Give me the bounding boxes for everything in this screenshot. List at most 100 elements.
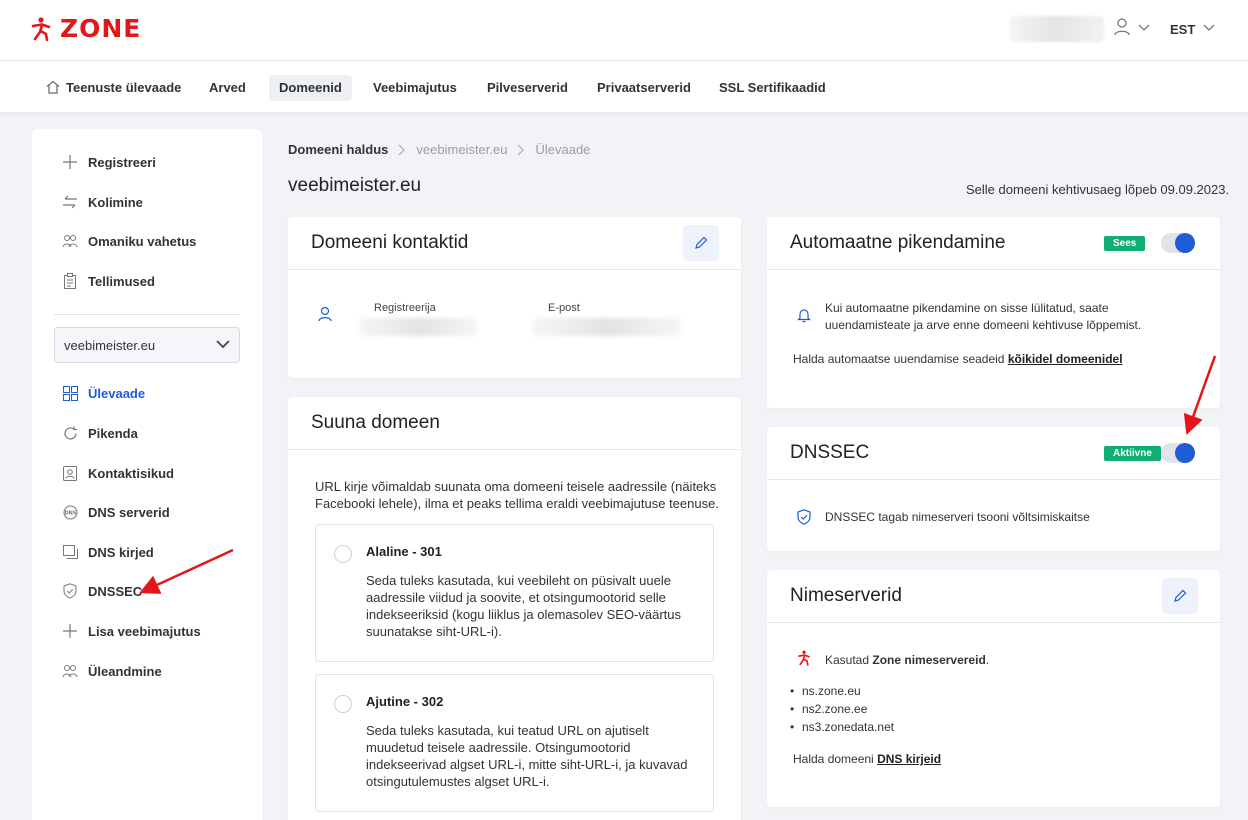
- sidebar-item-orders[interactable]: Tellimused: [62, 273, 155, 289]
- nav-item-overview[interactable]: Teenuste ülevaade: [66, 75, 181, 101]
- card-title: Nimeserverid: [790, 585, 902, 606]
- home-icon: [46, 80, 60, 94]
- sidebar-item-handover[interactable]: Üleandmine: [62, 663, 162, 679]
- sidebar-item-label: DNSSEC: [88, 583, 143, 599]
- option-description: Seda tuleks kasutada, kui veebileht on p…: [366, 573, 682, 639]
- user-name-redacted: [1010, 16, 1104, 42]
- contact-card-icon: [62, 465, 78, 481]
- radio-button[interactable]: [334, 545, 352, 563]
- autorenew-toggle[interactable]: [1161, 233, 1195, 253]
- top-bar: ZONE EST: [0, 0, 1248, 61]
- sidebar-item-overview[interactable]: Ülevaade: [62, 385, 145, 401]
- redirect-card: Suuna domeen URL kirje võimaldab suunata…: [288, 397, 741, 820]
- card-title: Automaatne pikendamine: [790, 232, 1006, 253]
- sidebar-item-dns-servers[interactable]: DNS DNS serverid: [62, 504, 170, 520]
- status-badge: Sees: [1104, 236, 1146, 251]
- users-icon: [62, 663, 78, 679]
- main-nav: Teenuste ülevaade Arved Domeenid Veebima…: [0, 61, 1248, 112]
- sidebar-item-label: Tellimused: [88, 273, 155, 289]
- sidebar-item-contacts[interactable]: Kontaktisikud: [62, 465, 174, 481]
- breadcrumb-item-current: Ülevaade: [535, 142, 591, 157]
- chevron-down-icon[interactable]: [1138, 22, 1150, 32]
- dnssec-card: DNSSEC Aktiivne DNSSEC tagab nimeserveri…: [767, 427, 1220, 551]
- refresh-icon: [62, 425, 78, 441]
- nav-item-ssl[interactable]: SSL Sertifikaadid: [719, 75, 826, 101]
- radio-button[interactable]: [334, 695, 352, 713]
- user-icon[interactable]: [1114, 18, 1130, 36]
- sidebar-item-owner-change[interactable]: Omaniku vahetus: [62, 233, 196, 249]
- sidebar-item-label: Pikenda: [88, 425, 138, 441]
- breadcrumb-item-domain-management[interactable]: Domeeni haldus: [288, 142, 388, 157]
- pencil-icon: [695, 236, 708, 249]
- domain-select[interactable]: veebimeister.eu: [54, 327, 240, 363]
- card-header: DNSSEC Aktiivne: [767, 427, 1220, 480]
- list-item: ns3.zonedata.net: [790, 718, 894, 736]
- toggle-knob: [1175, 443, 1195, 463]
- nav-item-cloud-servers[interactable]: Pilveserverid: [487, 75, 568, 101]
- nav-item-hosting[interactable]: Veebimajutus: [373, 75, 457, 101]
- email-value-redacted: [532, 318, 682, 336]
- dnssec-toggle[interactable]: [1161, 443, 1195, 463]
- option-title: Alaline - 301: [366, 544, 442, 559]
- toggle-knob: [1175, 233, 1195, 253]
- sidebar-item-renew[interactable]: Pikenda: [62, 425, 138, 441]
- autorenew-all-domains-link[interactable]: kõikidel domeenidel: [1008, 352, 1123, 366]
- nameserver-list: ns.zone.eu ns2.zone.ee ns3.zonedata.net: [790, 682, 894, 736]
- grid-icon: [62, 385, 78, 401]
- breadcrumb: Domeeni haldus veebimeister.eu Ülevaade: [288, 142, 590, 157]
- card-title: DNSSEC: [790, 442, 870, 463]
- autorenew-card: Automaatne pikendamine Sees Kui automaat…: [767, 217, 1220, 408]
- nav-item-invoices[interactable]: Arved: [209, 75, 246, 101]
- nav-item-private-servers[interactable]: Privaatserverid: [597, 75, 691, 101]
- card-header: Domeeni kontaktid: [288, 217, 741, 270]
- option-title: Ajutine - 302: [366, 694, 444, 709]
- sidebar-item-add-hosting[interactable]: Lisa veebimajutus: [62, 623, 201, 639]
- sidebar-item-dns-records[interactable]: DNS kirjed: [62, 544, 154, 560]
- zone-logo[interactable]: ZONE: [30, 14, 141, 43]
- breadcrumb-item-domain[interactable]: veebimeister.eu: [416, 142, 507, 157]
- edit-nameservers-button[interactable]: [1162, 578, 1198, 614]
- sidebar-item-label: Kolimine: [88, 194, 143, 210]
- runner-logo-icon: [31, 16, 51, 41]
- bell-icon: [797, 309, 811, 323]
- sidebar-item-label: DNS serverid: [88, 504, 170, 520]
- sidebar-divider: [54, 314, 240, 315]
- sidebar-item-dnssec[interactable]: DNSSEC: [62, 583, 142, 599]
- card-header: Suuna domeen: [288, 397, 741, 450]
- status-badge: Aktiivne: [1104, 446, 1161, 461]
- shield-icon: [62, 583, 78, 599]
- dns-icon: DNS: [62, 504, 78, 520]
- nameservers-manage: Halda domeeni DNS kirjeid: [793, 751, 941, 768]
- redirect-option-permanent[interactable]: Alaline - 301 Seda tuleks kasutada, kui …: [315, 524, 714, 662]
- language-selector[interactable]: EST: [1170, 22, 1195, 37]
- swap-arrows-icon: [62, 194, 78, 210]
- redirect-option-temporary[interactable]: Ajutine - 302 Seda tuleks kasutada, kui …: [315, 674, 714, 812]
- nav-item-domains[interactable]: Domeenid: [269, 75, 352, 101]
- edit-contacts-button[interactable]: [683, 225, 719, 261]
- sidebar-item-register[interactable]: Registreeri: [62, 154, 156, 170]
- dns-records-link[interactable]: DNS kirjeid: [877, 752, 941, 766]
- chevron-down-icon: [216, 340, 230, 349]
- using-provider: Zone nimeservereid: [872, 653, 986, 667]
- clipboard-icon: [62, 273, 78, 289]
- registrant-value-redacted: [358, 318, 478, 336]
- sidebar-item-transfer[interactable]: Kolimine: [62, 194, 143, 210]
- using-suffix: .: [985, 653, 990, 667]
- user-icon: [318, 306, 332, 322]
- autorenew-manage: Halda automaatse uuendamise seadeid kõik…: [793, 351, 1123, 368]
- expiry-notice: Selle domeeni kehtivusaeg lõpeb 09.09.20…: [966, 182, 1230, 197]
- card-header: Automaatne pikendamine Sees: [767, 217, 1220, 270]
- email-label: E-post: [548, 302, 580, 314]
- sidebar-item-label: Kontaktisikud: [88, 465, 174, 481]
- logo-text: ZONE: [60, 14, 142, 43]
- chevron-down-icon[interactable]: [1203, 22, 1215, 32]
- list-item: ns2.zone.ee: [790, 700, 894, 718]
- page-title: veebimeister.eu: [288, 175, 422, 196]
- dnssec-info: DNSSEC tagab nimeserveri tsooni võltsimi…: [825, 510, 1090, 524]
- card-title: Domeeni kontaktid: [311, 232, 469, 253]
- manage-text: Halda domeeni: [793, 752, 874, 766]
- card-header: Nimeserverid: [767, 570, 1220, 623]
- redirect-description: URL kirje võimaldab suunata oma domeeni …: [315, 479, 719, 511]
- registrant-label: Registreerija: [374, 302, 436, 314]
- sidebar-item-label: Lisa veebimajutus: [88, 623, 201, 639]
